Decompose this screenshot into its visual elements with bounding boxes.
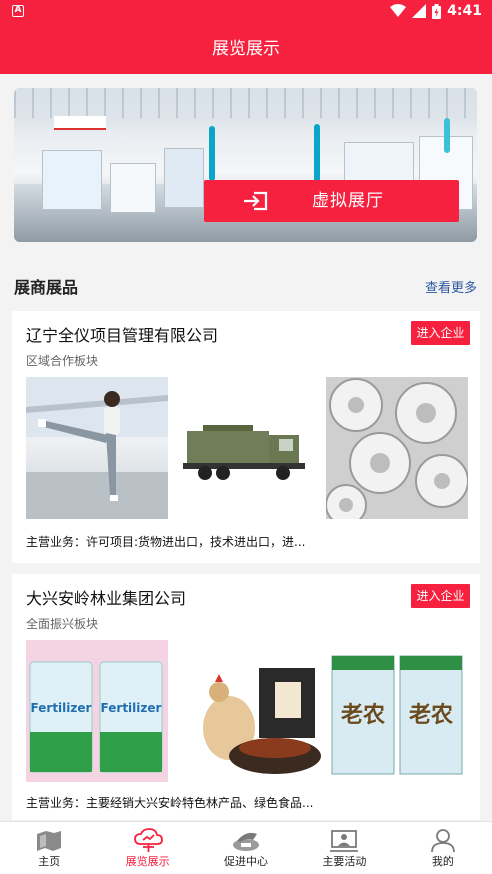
sector-label: 区域合作板块 [26, 354, 99, 368]
svg-text:老农: 老农 [408, 702, 453, 728]
app-notification-icon: A [12, 5, 24, 17]
sector-label: 全面振兴板块 [26, 617, 99, 631]
svg-text:Fertilizer: Fertilizer [31, 701, 92, 715]
exhibitor-card[interactable]: 辽宁全仪项目管理有限公司 进入企业 区域合作板块 主营业务：许可项目:货物进出口… [12, 311, 480, 563]
svg-text:老农: 老农 [340, 702, 385, 728]
view-more-link[interactable]: 查看更多 [425, 278, 477, 300]
tab-label: 主页 [38, 855, 61, 868]
enter-company-button[interactable]: 进入企业 [411, 321, 470, 345]
laonong-box-photo[interactable]: 老农 老农 [326, 640, 468, 782]
tab-exhibition[interactable]: 展览展示 [98, 822, 196, 874]
svg-text:Fertilizer: Fertilizer [101, 701, 162, 715]
tab-label: 主要活动 [322, 855, 367, 868]
tab-label: 我的 [431, 855, 454, 868]
fertilizer-bags-photo[interactable]: Fertilizer Fertilizer [26, 640, 168, 782]
company-name: 大兴安岭林业集团公司 [26, 589, 187, 608]
virtual-hall-button[interactable]: 虚拟展厅 [204, 180, 459, 222]
exhibitor-card[interactable]: 大兴安岭林业集团公司 进入企业 全面振兴板块 Fertilizer Fertil… [12, 574, 480, 820]
activities-icon [330, 830, 359, 852]
clock: 4:41 [447, 3, 482, 19]
bottom-tab-bar: 主页 展览展示 促进中心 主要活动 我的 [0, 821, 492, 874]
status-bar: A 4:41 [0, 0, 492, 24]
tab-profile[interactable]: 我的 [394, 822, 492, 874]
chicken-gift-box-photo[interactable] [183, 640, 325, 782]
main-business-text: 主营业务：许可项目:货物进出口，技术进出口，进... [26, 535, 306, 549]
tab-activities[interactable]: 主要活动 [295, 822, 393, 874]
enter-icon [244, 191, 268, 211]
section-header: 展商展品 查看更多 [14, 276, 477, 300]
status-icons: 4:41 [390, 3, 482, 19]
company-name: 辽宁全仪项目管理有限公司 [26, 326, 219, 345]
wifi-icon [390, 4, 407, 17]
tab-promotion-center[interactable]: 促进中心 [197, 822, 295, 874]
enter-company-button[interactable]: 进入企业 [411, 584, 470, 608]
fire-truck-photo[interactable] [183, 377, 325, 519]
woman-photo[interactable] [26, 377, 168, 519]
gears-photo[interactable] [326, 377, 468, 519]
promotion-center-icon [233, 832, 260, 851]
section-title: 展商展品 [14, 278, 79, 297]
main-business-text: 主营业务：主要经销大兴安岭特色林产品、绿色食品... [26, 796, 314, 810]
tab-home[interactable]: 主页 [0, 822, 98, 874]
virtual-hall-label: 虚拟展厅 [312, 191, 384, 211]
virtual-hall-banner[interactable]: 虚拟展厅 [14, 88, 477, 242]
exhibition-icon [133, 828, 163, 852]
profile-icon [430, 829, 455, 853]
page-title: 展览展示 [0, 24, 492, 74]
home-icon [37, 831, 62, 851]
tab-label: 促进中心 [224, 855, 269, 868]
battery-icon [432, 3, 442, 19]
tab-label: 展览展示 [125, 855, 170, 868]
signal-icon [412, 4, 427, 18]
